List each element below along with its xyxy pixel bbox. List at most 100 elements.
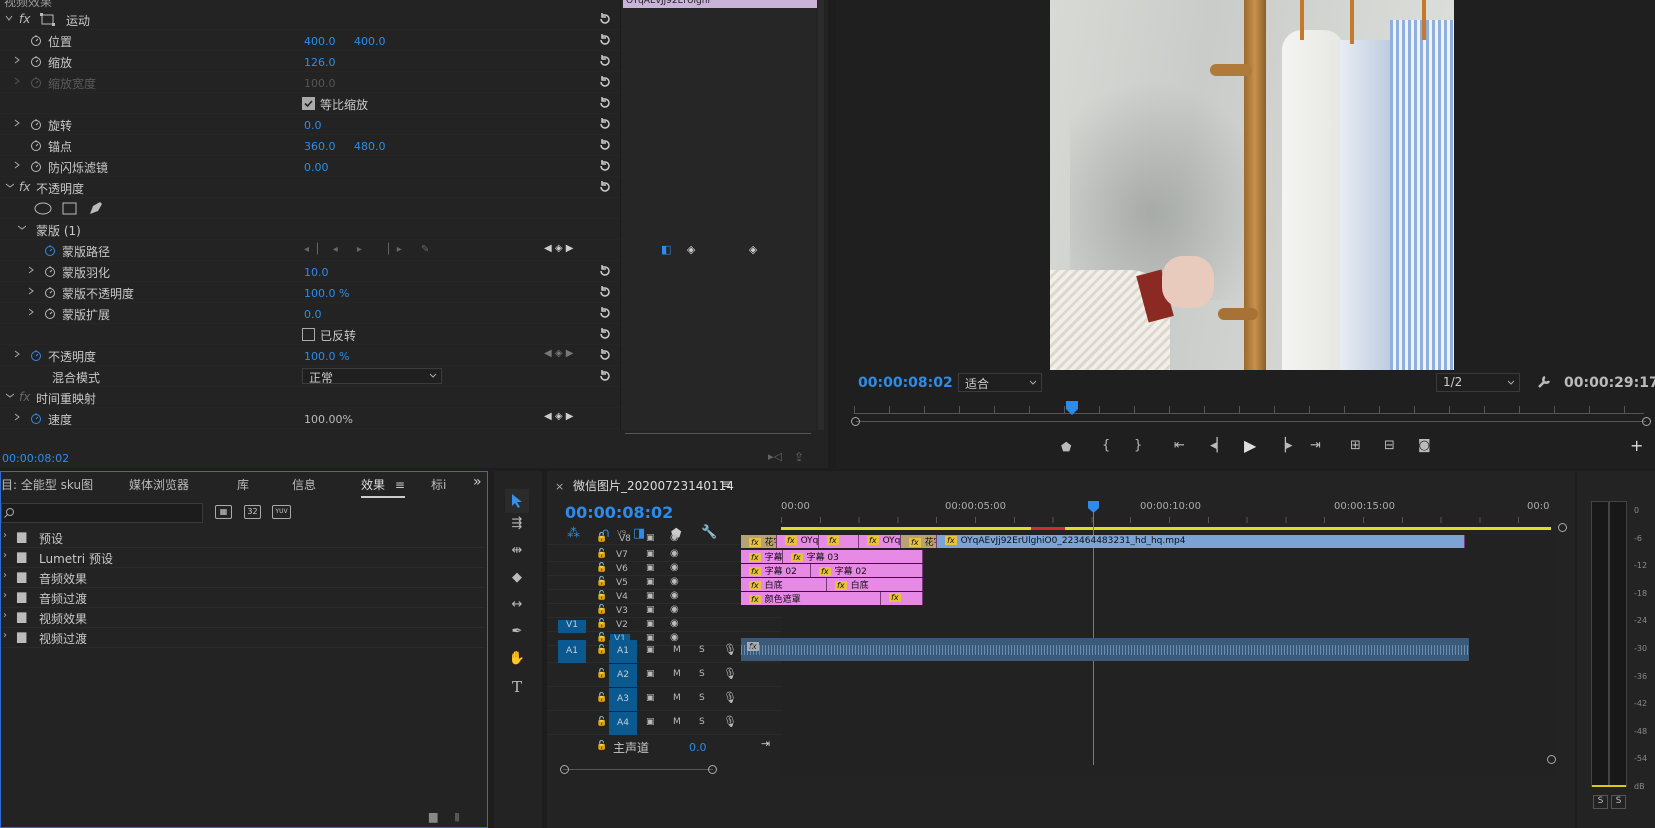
chevron-right-icon[interactable]: ›: [3, 550, 7, 561]
timeline-scrollbar[interactable]: [563, 769, 713, 775]
track-label[interactable]: A2: [609, 664, 637, 687]
stopwatch-icon[interactable]: [30, 118, 42, 130]
scale-value[interactable]: 126.0: [304, 56, 336, 69]
lock-icon[interactable]: 🔓: [596, 717, 607, 727]
reset-icon[interactable]: [598, 306, 612, 320]
sync-lock-icon[interactable]: ▣: [646, 563, 655, 573]
play-button[interactable]: ▶: [1244, 436, 1256, 455]
master-value[interactable]: 0.0: [689, 741, 707, 754]
stopwatch-icon[interactable]: [44, 286, 56, 298]
stopwatch-icon[interactable]: [30, 34, 42, 46]
microphone-icon[interactable]: 🎙: [723, 667, 737, 680]
reset-icon[interactable]: [598, 264, 612, 278]
ec-timecode[interactable]: 00:00:08:02: [2, 452, 69, 465]
new-folder-icon[interactable]: ▆: [429, 810, 437, 823]
reset-icon[interactable]: [598, 12, 612, 26]
track-label[interactable]: A3: [609, 688, 637, 711]
solo-left-button[interactable]: S: [1593, 795, 1608, 809]
chevron-right-icon[interactable]: [26, 286, 36, 296]
video-frame[interactable]: [1050, 0, 1454, 370]
pen-mask-icon[interactable]: [88, 201, 104, 216]
chevron-right-icon[interactable]: [12, 160, 22, 170]
sync-lock-icon[interactable]: ▣: [646, 605, 655, 615]
lock-icon[interactable]: 🔓: [596, 563, 607, 573]
lock-icon[interactable]: 🔓: [596, 645, 607, 655]
playhead-marker[interactable]: [1066, 401, 1078, 415]
panel-tab[interactable]: 目: 全能型 sku图: [1, 476, 93, 493]
chevron-down-icon[interactable]: [4, 13, 14, 23]
timeline-clip[interactable]: fx花字模: [741, 535, 777, 548]
timeline-ruler[interactable]: 00:00 00:00:05:00 00:00:10:00 00:00:15:0…: [781, 501, 1571, 532]
transform-icon[interactable]: [40, 13, 56, 26]
anti-flicker-value[interactable]: 0.00: [304, 161, 329, 174]
list-item[interactable]: › ▆ 音频过渡: [1, 588, 485, 608]
go-to-end-icon[interactable]: ⇥: [761, 737, 770, 750]
chevron-down-icon[interactable]: [16, 223, 26, 233]
solo-right-button[interactable]: S: [1611, 795, 1626, 809]
pen-tool[interactable]: ✒: [505, 624, 529, 648]
monitor-scrollbar[interactable]: [856, 421, 1646, 422]
eye-icon[interactable]: ◉: [670, 590, 679, 601]
list-item[interactable]: › ▆ 视频效果: [1, 608, 485, 628]
monitor-ruler[interactable]: [854, 406, 1644, 414]
solo-button[interactable]: S: [699, 669, 705, 679]
add-marker-button[interactable]: ⬟: [1061, 440, 1071, 454]
reset-icon[interactable]: [598, 75, 612, 89]
panel-tab[interactable]: 信息: [292, 476, 316, 493]
sync-lock-icon[interactable]: ▣: [646, 717, 655, 727]
microphone-icon[interactable]: 🎙: [723, 715, 737, 728]
hand-tool[interactable]: ✋: [505, 651, 529, 675]
lock-icon[interactable]: 🔓: [596, 605, 607, 615]
reset-icon[interactable]: [598, 54, 612, 68]
track-label[interactable]: V2: [616, 620, 628, 630]
menu-icon[interactable]: ≡: [395, 478, 405, 492]
chevron-right-icon[interactable]: [12, 412, 22, 422]
anchor-y-value[interactable]: 480.0: [354, 140, 386, 153]
fx-badge[interactable]: fx: [19, 180, 30, 194]
lock-icon[interactable]: 🔓: [596, 693, 607, 703]
chevron-right-icon[interactable]: ›: [3, 570, 7, 581]
tabs-overflow-icon[interactable]: »: [473, 474, 482, 490]
reset-icon[interactable]: [598, 33, 612, 47]
source-patch-v1[interactable]: V1: [558, 620, 586, 633]
chevron-right-icon[interactable]: ›: [3, 630, 7, 641]
eye-icon[interactable]: ◉: [670, 562, 679, 573]
type-tool[interactable]: T: [505, 678, 529, 702]
mask-feather-value[interactable]: 10.0: [304, 266, 329, 279]
panel-tab[interactable]: 标i: [431, 476, 446, 493]
chevron-right-icon[interactable]: [12, 349, 22, 359]
sync-lock-icon[interactable]: ▣: [646, 619, 655, 629]
extract-button[interactable]: ⊟: [1384, 438, 1395, 453]
sync-lock-icon[interactable]: ▣: [646, 549, 655, 559]
sync-lock-icon[interactable]: ▣: [646, 693, 655, 703]
speed-value[interactable]: 100.00%: [304, 413, 353, 426]
mark-in-button[interactable]: {: [1102, 438, 1110, 453]
chevron-right-icon[interactable]: ›: [3, 530, 7, 541]
chevron-right-icon[interactable]: [12, 76, 22, 86]
lift-button[interactable]: ⊞: [1350, 438, 1361, 453]
scroll-handle-right[interactable]: [1642, 417, 1651, 426]
lock-icon[interactable]: 🔓: [596, 549, 607, 559]
timeline-clip[interactable]: fx 白底: [741, 578, 827, 591]
mute-button[interactable]: M: [673, 693, 681, 703]
ripple-edit-tool[interactable]: ⇹: [505, 543, 529, 567]
track-label[interactable]: V7: [616, 550, 628, 560]
lock-icon[interactable]: 🔓: [596, 591, 607, 601]
sync-lock-icon[interactable]: ▣: [646, 577, 655, 587]
fit-select[interactable]: 适合: [958, 373, 1042, 392]
blend-mode-select[interactable]: 正常: [302, 368, 442, 385]
list-item[interactable]: › ▆ 音频效果: [1, 568, 485, 588]
rotation-value[interactable]: 0.0: [304, 119, 322, 132]
track-label[interactable]: V3: [616, 606, 628, 616]
timeline-clip[interactable]: fx 白底: [827, 578, 923, 591]
reset-icon[interactable]: [598, 96, 612, 110]
timeline-clip[interactable]: fx花字模: [901, 535, 937, 548]
lock-icon[interactable]: 🔓: [596, 533, 607, 543]
chevron-right-icon[interactable]: [12, 55, 22, 65]
go-to-in-button[interactable]: ⇤: [1174, 438, 1185, 453]
wrench-icon[interactable]: [1536, 374, 1552, 390]
reset-icon[interactable]: [598, 180, 612, 194]
list-item[interactable]: › ▆ 预设: [1, 528, 485, 548]
track-label[interactable]: V4: [616, 592, 628, 602]
yuv-effects-icon[interactable]: YUV: [272, 505, 291, 519]
